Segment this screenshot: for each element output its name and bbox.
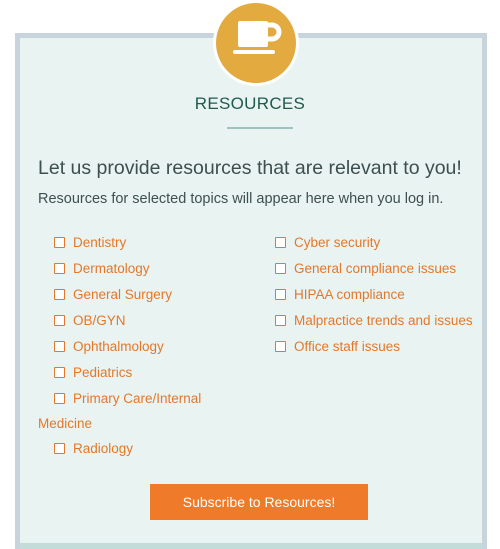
checkbox-icon[interactable] [54, 443, 65, 454]
checkbox-icon[interactable] [275, 237, 286, 248]
checkbox-icon[interactable] [54, 237, 65, 248]
topic-malpractice[interactable]: Malpractice trends and issues [275, 313, 473, 328]
topic-hipaa-compliance[interactable]: HIPAA compliance [275, 287, 405, 302]
checkbox-icon[interactable] [54, 263, 65, 274]
topic-radiology[interactable]: Radiology [54, 441, 133, 456]
topic-ophthalmology[interactable]: Ophthalmology [54, 339, 164, 354]
checkbox-icon[interactable] [54, 367, 65, 378]
checkbox-icon[interactable] [275, 341, 286, 352]
topic-label: General compliance issues [294, 261, 457, 276]
checkbox-icon[interactable] [275, 289, 286, 300]
panel-subline: Resources for selected topics will appea… [38, 191, 444, 207]
topic-general-surgery[interactable]: General Surgery [54, 287, 172, 302]
topic-label: Dermatology [73, 261, 150, 276]
topic-office-staff[interactable]: Office staff issues [275, 339, 400, 354]
checkbox-icon[interactable] [54, 315, 65, 326]
checkbox-icon[interactable] [275, 263, 286, 274]
checkbox-icon[interactable] [54, 289, 65, 300]
topic-label: Radiology [73, 441, 134, 456]
topic-label: General Surgery [73, 287, 173, 302]
topic-label: Ophthalmology [73, 339, 164, 354]
checkbox-icon[interactable] [275, 315, 286, 326]
topic-label: Cyber security [294, 235, 381, 250]
topic-primary-care[interactable]: Primary Care/Internal [54, 391, 201, 406]
subscribe-button[interactable]: Subscribe to Resources! [150, 484, 368, 520]
panel-bottom-border [20, 543, 482, 549]
coffee-cup-icon [216, 3, 296, 83]
topic-general-compliance[interactable]: General compliance issues [275, 261, 456, 276]
topic-cyber-security[interactable]: Cyber security [275, 235, 380, 250]
topic-label: OB/GYN [73, 313, 126, 328]
panel-title: RESOURCES [194, 94, 306, 113]
title-divider [227, 127, 293, 129]
topic-label: Dentistry [73, 235, 127, 250]
panel-headline: Let us provide resources that are releva… [38, 157, 462, 179]
checkbox-icon[interactable] [54, 393, 65, 404]
topic-label: Office staff issues [294, 339, 401, 354]
topic-dermatology[interactable]: Dermatology [54, 261, 150, 276]
topic-dentistry[interactable]: Dentistry [54, 235, 126, 250]
topic-pediatrics[interactable]: Pediatrics [54, 365, 132, 380]
topic-label: HIPAA compliance [294, 287, 405, 302]
checkbox-icon[interactable] [54, 341, 65, 352]
topic-label: Malpractice trends and issues [294, 313, 473, 328]
topic-label: Primary Care/Internal [73, 391, 202, 406]
topic-label: Pediatrics [73, 365, 133, 380]
topic-primary-care-wrap: Medicine [38, 416, 93, 431]
topic-ob-gyn[interactable]: OB/GYN [54, 313, 126, 328]
